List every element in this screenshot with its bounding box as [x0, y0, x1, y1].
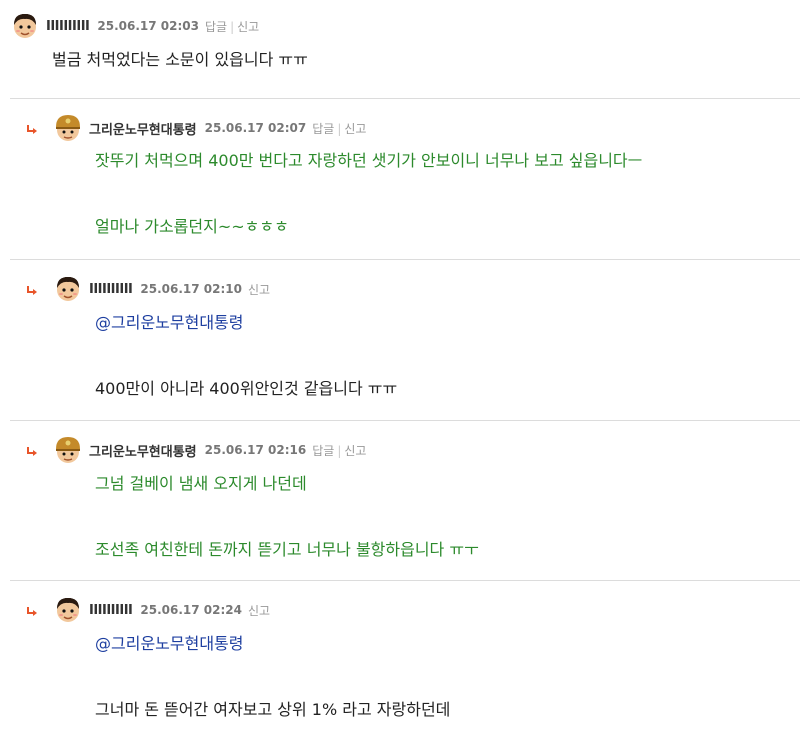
comment-date: 25.06.17 02:07 — [204, 121, 307, 135]
comment-line: 얼마나 가소롭던지~~ㅎㅎㅎ — [95, 217, 289, 236]
reply-item: IIIIIIIIII 25.06.17 02:10 신고 @그리운노무현대통령 … — [10, 259, 800, 421]
author-nickname[interactable]: IIIIIIIIII — [89, 282, 133, 297]
boy-avatar-icon[interactable] — [53, 595, 83, 625]
comment-line: 잣뚜기 처먹으며 400만 번다고 자랑하던 샛기가 안보이니 너무나 보고 싶… — [95, 151, 643, 170]
report-link[interactable]: 신고 — [248, 604, 270, 618]
comment-line: 벌금 처먹었다는 소문이 있읍니다 ㅠㅠ — [52, 50, 308, 69]
comment-header: IIIIIIIIII 25.06.17 02:03 답글 | 신고 — [10, 11, 259, 41]
author-nickname[interactable]: IIIIIIIIII — [46, 19, 90, 34]
report-link[interactable]: 신고 — [237, 20, 259, 34]
comment-header: 그리운노무현대통령 25.06.17 02:16 답글 | 신고 — [53, 435, 366, 465]
comment-actions: 답글 | 신고 — [312, 121, 367, 136]
comment-actions: 답글 | 신고 — [312, 443, 367, 458]
comment-actions: 답글 | 신고 — [204, 19, 260, 34]
reply-link[interactable]: 답글 — [312, 444, 334, 458]
comment-header: 그리운노무현대통령 25.06.17 02:07 답글 | 신고 — [53, 113, 366, 143]
report-link[interactable]: 신고 — [344, 444, 366, 458]
reply-arrow-icon — [26, 285, 38, 297]
report-link[interactable]: 신고 — [248, 283, 270, 297]
reply-item: 그리운노무현대통령 25.06.17 02:07 답글 | 신고 잣뚜기 처먹으며 … — [10, 98, 800, 259]
comment-date: 25.06.17 02:10 — [140, 282, 242, 296]
helmet-avatar-icon[interactable] — [53, 113, 83, 143]
comment-header: IIIIIIIIII 25.06.17 02:24 신고 — [53, 595, 270, 625]
reply-link[interactable]: 답글 — [312, 122, 334, 136]
comment-text: 그넘 걸베이 냄새 오지게 나던데 조선족 여친한테 돈까지 뜯기고 너무나 불… — [95, 474, 479, 560]
helmet-avatar-icon[interactable] — [53, 435, 83, 465]
reply-arrow-icon — [26, 446, 38, 458]
comment-line: 400만이 아니라 400위안인것 같읍니다 ㅠㅠ — [95, 379, 398, 398]
report-link[interactable]: 신고 — [344, 122, 366, 136]
comment-date: 25.06.17 02:24 — [140, 603, 242, 617]
comment-line: 그너마 돈 뜯어간 여자보고 상위 1% 라고 자랑하던데 — [95, 700, 451, 719]
reply-arrow-icon — [26, 606, 38, 618]
author-nickname[interactable]: 그리운노무현대통령 — [89, 119, 197, 138]
comment-actions: 신고 — [248, 602, 270, 619]
comment-date: 25.06.17 02:16 — [204, 443, 307, 457]
reply-arrow-icon — [26, 124, 38, 136]
comment-line: 그넘 걸베이 냄새 오지게 나던데 — [95, 474, 307, 493]
comment-item: IIIIIIIIII 25.06.17 02:03 답글 | 신고 벌금 처먹었다는… — [0, 0, 800, 98]
boy-avatar-icon[interactable] — [53, 274, 83, 304]
comment-text: @그리운노무현대통령 400만이 아니라 400위안인것 같읍니다 ㅠㅠ — [95, 313, 397, 399]
boy-avatar-icon[interactable] — [10, 11, 40, 41]
reply-link[interactable]: 답글 — [205, 20, 227, 34]
reply-item: IIIIIIIIII 25.06.17 02:24 신고 @그리운노무현대통령 … — [10, 580, 800, 739]
comment-line: 조선족 여친한테 돈까지 뜯기고 너무나 불항하읍니다 ㅠㅜ — [95, 540, 479, 559]
reply-item: 그리운노무현대통령 25.06.17 02:16 답글 | 신고 그넘 걸베이 냄새… — [10, 420, 800, 581]
comment-text: 잣뚜기 처먹으며 400만 번다고 자랑하던 샛기가 안보이니 너무나 보고 싶… — [95, 151, 642, 237]
comment-actions: 신고 — [248, 281, 270, 298]
comment-header: IIIIIIIIII 25.06.17 02:10 신고 — [53, 274, 270, 304]
comment-text: @그리운노무현대통령 그너마 돈 뜯어간 여자보고 상위 1% 라고 자랑하던데 — [95, 634, 450, 720]
mention-link[interactable]: @그리운노무현대통령 — [95, 313, 397, 333]
author-nickname[interactable]: 그리운노무현대통령 — [89, 441, 197, 460]
comment-text: 벌금 처먹었다는 소문이 있읍니다 ㅠㅠ — [52, 50, 308, 70]
comment-date: 25.06.17 02:03 — [97, 19, 199, 33]
mention-link[interactable]: @그리운노무현대통령 — [95, 634, 450, 654]
author-nickname[interactable]: IIIIIIIIII — [89, 603, 133, 618]
